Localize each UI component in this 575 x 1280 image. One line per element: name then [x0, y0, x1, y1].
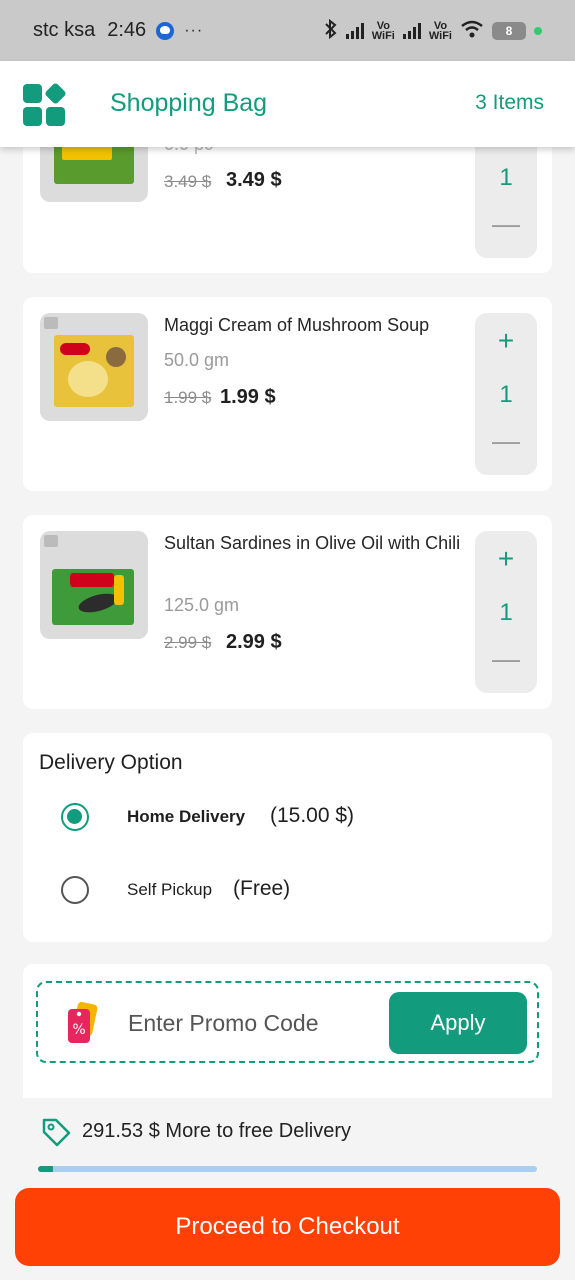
quantity-value: 1 — [499, 164, 513, 191]
product-weight: 50.0 gm — [164, 350, 230, 370]
increase-button[interactable]: + — [475, 325, 537, 357]
progress-fill — [38, 1166, 53, 1172]
messenger-icon — [156, 21, 175, 40]
product-weight: 125.0 gm — [164, 595, 240, 615]
product-old-price: 3.49 $ — [164, 172, 212, 191]
product-image[interactable] — [40, 531, 148, 639]
system-icons: Vo WiFi Vo WiFi 8 — [324, 18, 542, 44]
clock: 2:46 — [107, 19, 147, 41]
price-tag-icon — [42, 1118, 71, 1147]
quantity-value: 1 — [499, 381, 513, 408]
wifi-icon — [460, 20, 484, 42]
product-price: 1.99 $ — [220, 386, 276, 408]
page-title: Shopping Bag — [110, 89, 268, 117]
checkout-button[interactable]: Proceed to Checkout — [15, 1188, 560, 1266]
vowifi-icon: Vo WiFi — [371, 19, 395, 42]
app-logo-icon[interactable] — [23, 82, 67, 126]
svg-text:%: % — [72, 1022, 85, 1038]
product-name: Maggi Cream of Mushroom Soup — [164, 315, 430, 335]
cart-item-card: Sultan Sardines in Olive Oil with Chili … — [23, 515, 552, 709]
home-delivery-radio[interactable] — [61, 803, 89, 831]
bluetooth-icon — [324, 18, 338, 44]
decrease-button[interactable]: — — [475, 208, 537, 240]
increase-button[interactable]: + — [475, 543, 537, 575]
delivery-option-card: Delivery Option Home Delivery (15.00 $) … — [23, 733, 552, 942]
product-badge-icon — [44, 317, 58, 329]
vowifi-icon: Vo WiFi — [428, 19, 452, 42]
battery-icon: 8 — [492, 21, 526, 40]
product-name: Sultan Sardines in Olive Oil with Chili — [164, 533, 461, 553]
free-delivery-text: 291.53 $ More to free Delivery — [82, 1120, 352, 1142]
status-bar: stc ksa 2:46 ··· Vo WiFi Vo WiFi 8 — [0, 0, 575, 61]
decrease-button[interactable]: — — [475, 643, 537, 675]
discount-tag-icon: % — [68, 1002, 98, 1043]
home-delivery-label[interactable]: Home Delivery — [127, 807, 245, 827]
product-old-price: 1.99 $ — [164, 388, 212, 407]
more-notifications-icon: ··· — [184, 21, 204, 39]
self-pickup-price: (Free) — [233, 877, 291, 900]
home-delivery-price: (15.00 $) — [270, 804, 355, 827]
quantity-stepper: + 1 — — [475, 313, 537, 475]
delivery-title: Delivery Option — [39, 751, 183, 774]
self-pickup-label[interactable]: Self Pickup — [127, 880, 212, 900]
app-header: Shopping Bag 3 Items — [0, 61, 575, 147]
promo-code-input[interactable] — [128, 1010, 378, 1037]
carrier-name: stc ksa — [33, 19, 96, 41]
apply-button[interactable]: Apply — [389, 992, 527, 1054]
free-delivery-strip: 291.53 $ More to free Delivery — [0, 1098, 575, 1188]
quantity-stepper: + 1 — — [475, 531, 537, 693]
decrease-button[interactable]: — — [475, 425, 537, 457]
free-delivery-progress — [38, 1166, 537, 1172]
promo-card: % Apply — [23, 964, 552, 1104]
product-badge-icon — [44, 535, 58, 547]
cart-item-card: Maggi Cream of Mushroom Soup 50.0 gm 1.9… — [23, 297, 552, 491]
item-count: 3 Items — [475, 91, 544, 114]
product-image[interactable] — [40, 313, 148, 421]
self-pickup-radio[interactable] — [61, 876, 89, 904]
product-old-price: 2.99 $ — [164, 633, 212, 652]
promo-code-box: % Apply — [36, 981, 539, 1063]
signal-icon — [345, 22, 364, 39]
signal-icon — [402, 22, 421, 39]
quantity-value: 1 — [499, 599, 513, 626]
product-price: 2.99 $ — [226, 631, 282, 653]
product-price: 3.49 $ — [226, 169, 282, 191]
status-dot — [534, 26, 542, 35]
